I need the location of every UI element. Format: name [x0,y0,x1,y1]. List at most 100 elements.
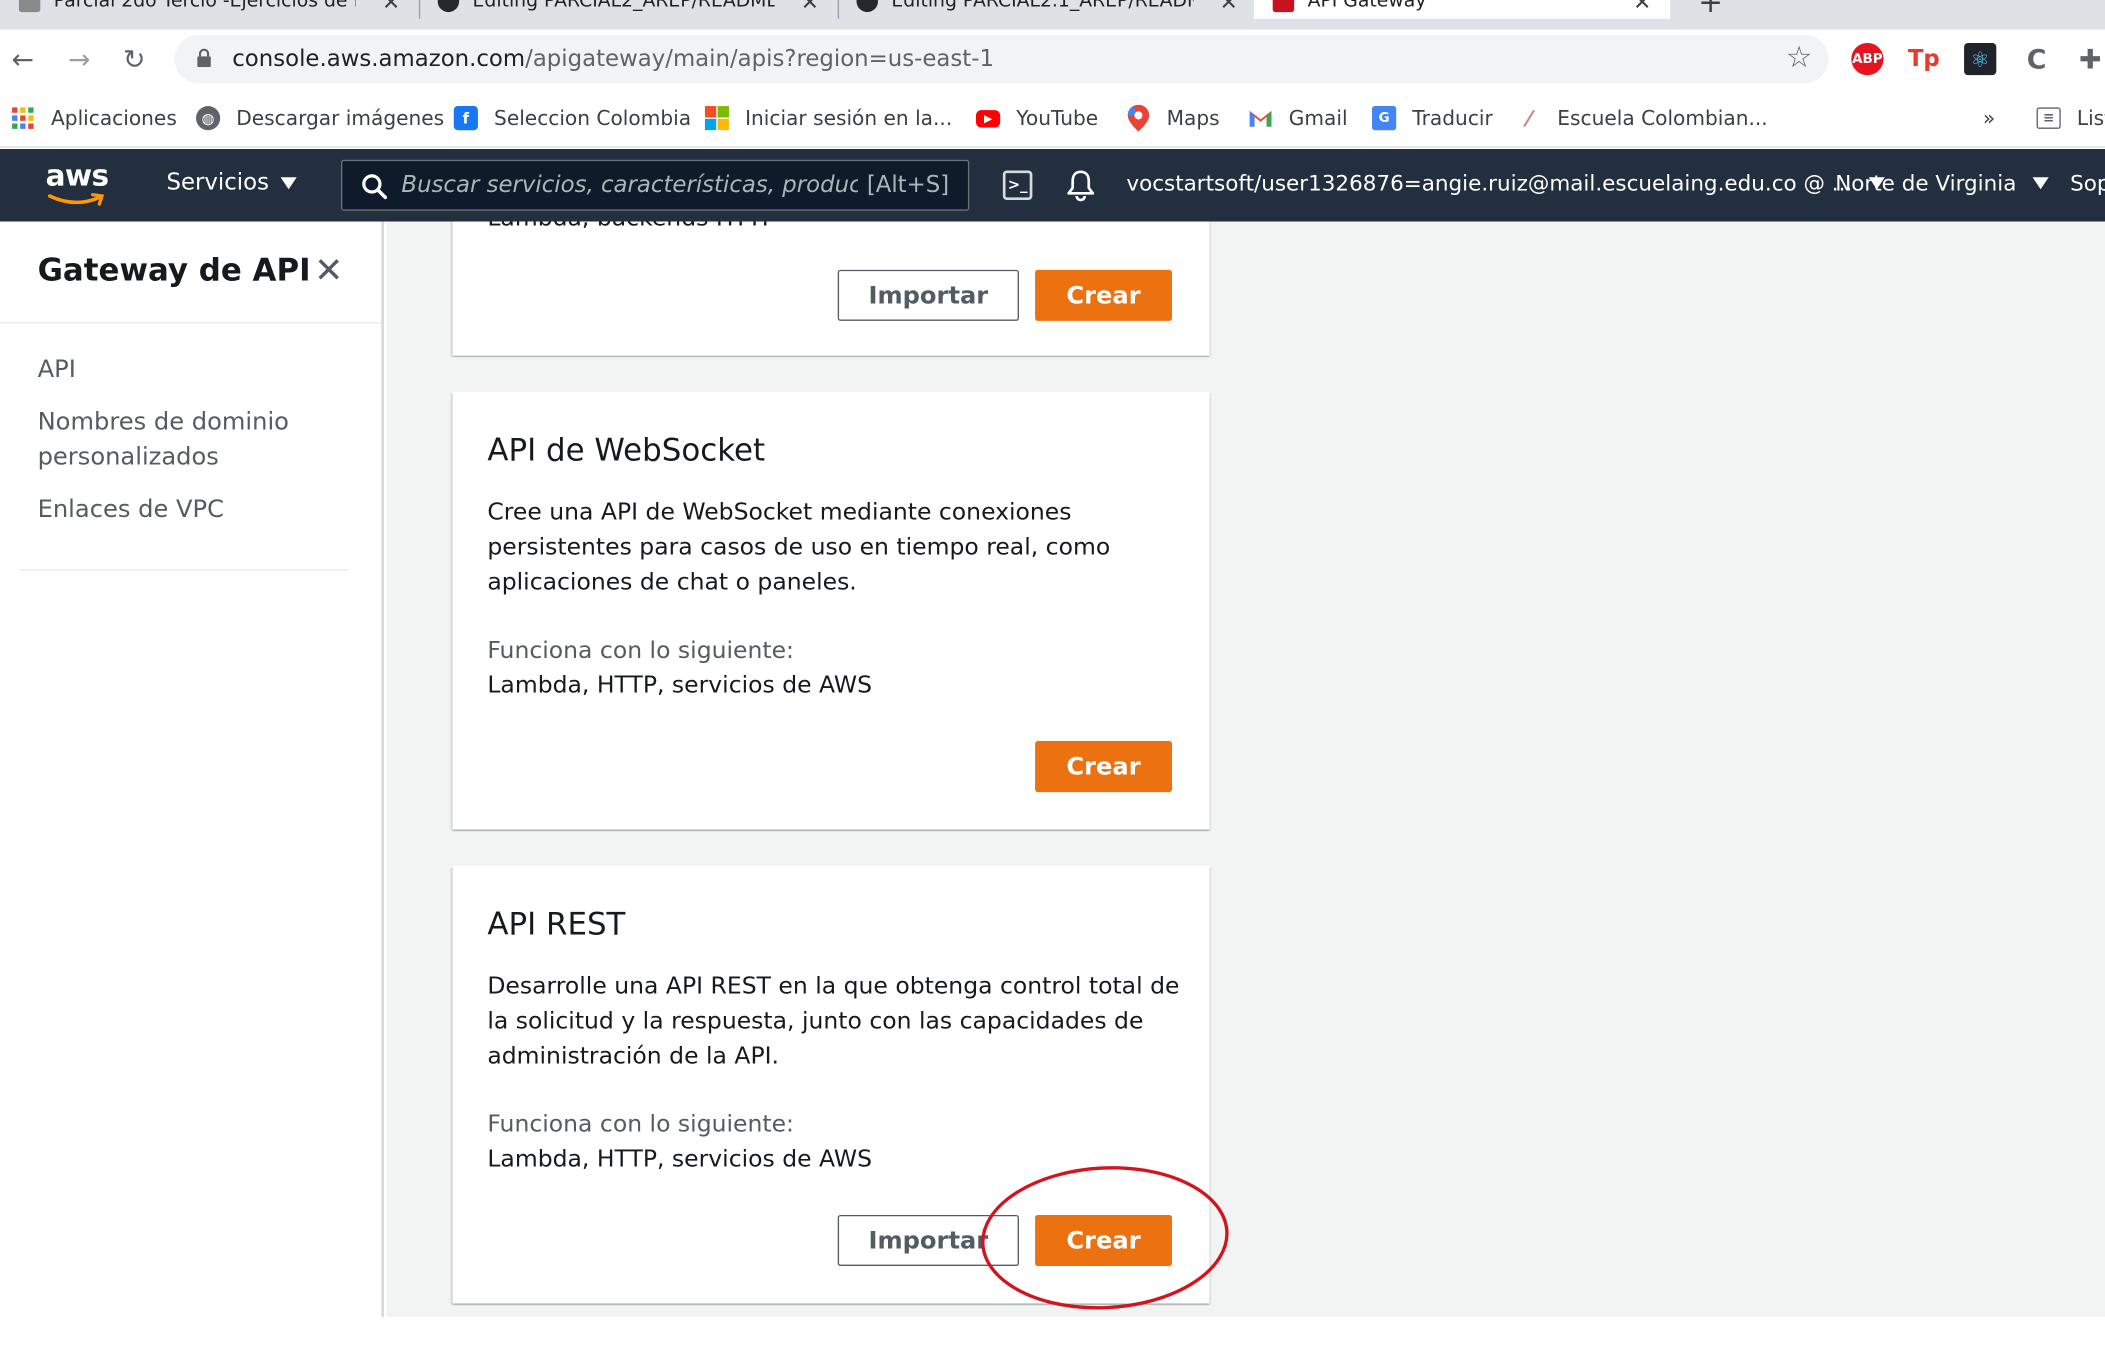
region-menu-button[interactable]: Norte de Virginia [1835,170,2049,196]
import-button[interactable]: Importar [837,1214,1019,1266]
account-menu-button[interactable]: vocstartsoft/user1326876=angie.ruiz@mail… [1126,170,1885,197]
screenshot-page: Parcial 2do Tercio -Ejercicios de L ✕ Ed… [0,0,2105,1346]
screenshot-scale: Parcial 2do Tercio -Ejercicios de L ✕ Ed… [0,0,2105,1317]
bookmark-label: Gmail [1288,106,1348,131]
websocket-api-card: API de WebSocket Cree una API de WebSock… [452,392,1210,830]
close-tab-icon[interactable]: ✕ [801,0,819,15]
facebook-icon: f [453,106,478,131]
bookmark-youtube[interactable]: ▶ YouTube [975,103,1099,133]
api-gateway-favicon-icon [1272,0,1295,13]
sidebar-item-custom-domain-names[interactable]: Nombres de dominio personalizados [38,405,293,475]
bookmark-label: Seleccion Colombia [494,106,692,131]
reading-list-button[interactable]: ≡ List [2036,103,2105,133]
tp-icon[interactable]: Tp [1908,43,1940,75]
create-button[interactable]: Crear [1035,741,1173,793]
tab-title: Editing PARCIAL2.1_AREP/READM [891,0,1194,13]
caret-down-icon [2032,177,2049,190]
aws-logo[interactable]: aws [46,160,110,211]
bookmark-label: Escuela Colombian... [1557,106,1768,131]
bookmark-star-icon[interactable]: ☆ [1786,42,1812,76]
extensions-puzzle-icon[interactable]: ✚ [2074,43,2105,75]
forward-icon[interactable]: → [63,43,95,75]
bookmark-descargar-imagenes[interactable]: ◍ Descargar imágenes [196,103,444,133]
close-icon[interactable]: ✕ [314,251,343,291]
github-favicon-icon [437,0,460,13]
services-menu-button[interactable]: Servicios [166,169,298,197]
cloudshell-icon[interactable]: >_ [1002,170,1033,201]
browser-tab-api-gateway[interactable]: API Gateway ✕ [1253,0,1671,19]
gmail-icon [1249,106,1273,130]
bookmarks-bar: Aplicaciones ◍ Descargar imágenes f Sele… [0,91,2105,148]
bookmark-traducir[interactable]: G Traducir [1372,103,1493,133]
youtube-icon: ▶ [975,109,1001,127]
globe-icon: ◍ [196,106,221,131]
import-button[interactable]: Importar [837,269,1019,321]
github-favicon-icon [856,0,878,13]
bookmark-label: Iniciar sesión en la... [745,106,953,131]
card-works-with-label: Funciona con lo siguiente: [487,637,794,665]
lock-icon [197,48,211,68]
react-devtools-icon[interactable]: ⚛ [1964,42,1997,76]
aws-logo-text: aws [45,159,109,194]
maps-icon [1126,104,1150,132]
browser-tab-3[interactable]: Editing PARCIAL2.1_AREP/READM ✕ [856,0,1246,19]
notifications-bell-icon[interactable] [1066,169,1096,202]
aws-search-box[interactable]: [Alt+S] [340,159,970,211]
create-button[interactable]: Crear [1035,269,1173,321]
bookmark-maps[interactable]: Maps [1126,103,1220,133]
back-icon[interactable]: ← [7,43,39,75]
side-navigation: Gateway de API ✕ API Nombres de dominio … [0,221,384,1317]
bookmark-gmail[interactable]: Gmail [1249,103,1348,133]
support-menu-button[interactable]: Soporte [2070,170,2105,196]
bookmark-escuela-colombiana[interactable]: ⁄ Escuela Colombian... [1517,103,1768,133]
bookmarks-overflow-button[interactable]: » [1983,103,1995,133]
document-favicon-icon [18,0,41,13]
browser-tab-strip: Parcial 2do Tercio -Ejercicios de L ✕ Ed… [0,0,2105,30]
search-icon [362,174,388,200]
tab-title: Editing PARCIAL2_AREP/README [472,0,775,13]
bookmark-iniciar-sesion[interactable]: Iniciar sesión en la... [704,103,953,133]
search-shortcut-hint: [Alt+S] [866,171,950,199]
c-extension-icon[interactable]: C [2020,43,2052,75]
tab-title: Parcial 2do Tercio -Ejercicios de L [53,0,356,13]
browser-tab-1[interactable]: Parcial 2do Tercio -Ejercicios de L ✕ [18,0,408,19]
card-description: Cree una API de WebSocket mediante conex… [487,499,1111,597]
bookmark-aplicaciones[interactable]: Aplicaciones [11,103,177,133]
create-rest-api-button[interactable]: Crear [1035,1214,1173,1266]
bookmark-seleccion-colombia[interactable]: f Seleccion Colombia [453,103,692,133]
reading-list-label: List [2076,106,2105,131]
sidebar-item-vpc-links[interactable]: Enlaces de VPC [38,493,347,528]
reload-icon[interactable]: ↻ [118,43,150,75]
card-works-with-label: Funciona con lo siguiente: [487,1111,794,1139]
new-tab-icon[interactable]: + [1698,0,1723,20]
sidebar-item-api[interactable]: API [38,353,347,388]
bookmark-label: Traducir [1412,106,1493,131]
close-tab-icon[interactable]: ✕ [1633,0,1651,15]
abp-icon[interactable]: ABP [1851,42,1884,76]
browser-toolbar: ← → ↻ console.aws.amazon.com/apigateway/… [0,29,2105,92]
apps-grid-icon [11,106,35,130]
account-label: vocstartsoft/user1326876=angie.ruiz@mail… [1126,170,1853,197]
url-text: console.aws.amazon.com/apigateway/main/a… [232,45,994,73]
close-tab-icon[interactable]: ✕ [1220,0,1238,15]
aws-top-nav: aws Servicios [Alt+S] >_ vocstartsoft/us… [0,149,2105,222]
side-navigation-header: Gateway de API ✕ [0,222,382,324]
bookmark-label: Descargar imágenes [236,106,445,131]
browser-tab-2[interactable]: Editing PARCIAL2_AREP/README ✕ [437,0,827,19]
close-tab-icon[interactable]: ✕ [382,0,400,15]
tab-title: API Gateway [1307,0,1427,13]
microsoft-icon [704,106,729,131]
bookmark-label: YouTube [1016,106,1099,131]
side-navigation-title[interactable]: Gateway de API [38,254,311,289]
bookmark-label: Aplicaciones [51,106,177,131]
card-works-with-value: Lambda, backends HTTP [487,222,776,233]
card-works-with-value: Lambda, HTTP, servicios de AWS [487,1146,872,1174]
card-works-with-value: Lambda, HTTP, servicios de AWS [487,672,872,700]
services-label: Servicios [166,169,269,197]
rest-api-card: API REST Desarrolle una API REST en la q… [452,865,1210,1304]
search-input[interactable] [401,169,858,202]
http-api-card: Lambda, backends HTTP Importar Crear [452,221,1210,356]
reading-list-icon: ≡ [2036,107,2061,129]
address-bar[interactable]: console.aws.amazon.com/apigateway/main/a… [174,34,1829,84]
aws-smile-icon [47,193,105,206]
